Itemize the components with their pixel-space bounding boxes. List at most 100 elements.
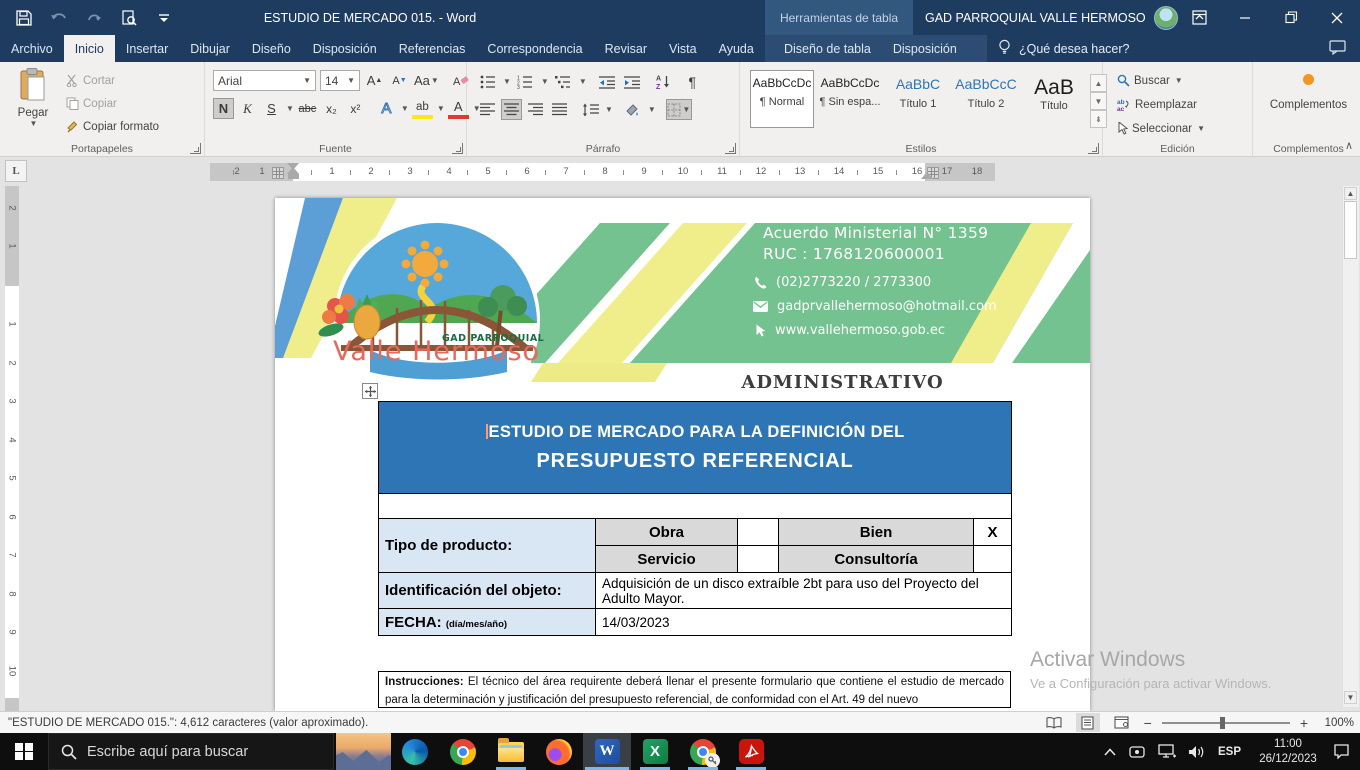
- tab-revisar[interactable]: Revisar: [594, 35, 658, 62]
- style-titulo[interactable]: AaB Título: [1022, 70, 1086, 128]
- servicio-cell[interactable]: Servicio: [596, 546, 738, 573]
- undo-icon[interactable]: [49, 8, 69, 28]
- taskbar-explorer[interactable]: [487, 733, 535, 770]
- tab-ayuda[interactable]: Ayuda: [708, 35, 765, 62]
- onedrive-tray-icon[interactable]: [1122, 733, 1152, 770]
- subscript-button[interactable]: x₂: [321, 98, 342, 119]
- document-page[interactable]: Acuerdo Ministerial N° 1359 RUC : 176812…: [275, 198, 1090, 711]
- style-titulo-1[interactable]: AaBbC Título 1: [886, 70, 950, 128]
- tab-inicio[interactable]: Inicio: [64, 35, 115, 62]
- tab-archivo[interactable]: Archivo: [0, 35, 64, 62]
- tab-vista[interactable]: Vista: [658, 35, 708, 62]
- tab-disposicion[interactable]: Disposición: [302, 35, 388, 62]
- tab-diseno[interactable]: Diseño: [241, 35, 302, 62]
- market-study-table[interactable]: ESTUDIO DE MERCADO PARA LA DEFINICIÓN DE…: [378, 401, 1012, 636]
- minimize-button[interactable]: [1222, 0, 1268, 35]
- tab-referencias[interactable]: Referencias: [388, 35, 477, 62]
- font-name-combobox[interactable]: Arial▼: [213, 70, 316, 91]
- table-row-identificacion[interactable]: Identificación del objeto: Adquisición d…: [379, 573, 1012, 609]
- tab-dibujar[interactable]: Dibujar: [179, 35, 241, 62]
- format-painter-button[interactable]: Copiar formato: [66, 116, 159, 137]
- tab-stop-selector[interactable]: L: [5, 160, 27, 182]
- increase-indent-button[interactable]: [622, 71, 643, 92]
- start-button[interactable]: [0, 733, 48, 770]
- line-spacing-button[interactable]: [580, 99, 601, 120]
- hidden-icons-chevron-icon[interactable]: [1098, 733, 1122, 770]
- grow-font-button[interactable]: A▲: [364, 70, 385, 91]
- style-normal[interactable]: AaBbCcDc ¶ Normal: [750, 70, 814, 128]
- shading-button[interactable]: [623, 99, 644, 120]
- scroll-down-icon[interactable]: ▼: [1344, 691, 1357, 704]
- account-avatar[interactable]: [1154, 6, 1178, 30]
- table-move-handle[interactable]: [362, 383, 378, 399]
- clipboard-dialog-launcher[interactable]: [190, 143, 201, 154]
- scrollbar-thumb[interactable]: [1344, 201, 1357, 259]
- highlight-dropdown-icon[interactable]: ▼: [437, 104, 445, 113]
- fecha-value[interactable]: 14/03/2023: [596, 609, 1012, 636]
- feedback-icon[interactable]: [1329, 40, 1346, 60]
- highlight-color-button[interactable]: ab: [412, 98, 433, 119]
- print-layout-icon[interactable]: [1076, 713, 1100, 732]
- copy-button[interactable]: Copiar: [66, 93, 159, 114]
- find-button[interactable]: Buscar▼: [1117, 70, 1205, 91]
- select-button[interactable]: Seleccionar▼: [1117, 118, 1205, 139]
- taskbar-chrome-profile[interactable]: [679, 733, 727, 770]
- numbering-button[interactable]: 123: [515, 71, 536, 92]
- action-center-icon[interactable]: [1327, 733, 1360, 770]
- font-dialog-launcher[interactable]: [452, 143, 463, 154]
- align-left-button[interactable]: [477, 99, 498, 120]
- underline-dropdown-icon[interactable]: ▼: [286, 104, 294, 113]
- paragraph-dialog-launcher[interactable]: [725, 143, 736, 154]
- scroll-up-icon[interactable]: ▲: [1344, 187, 1357, 200]
- font-size-combobox[interactable]: 14▼: [320, 70, 360, 91]
- shrink-font-button[interactable]: A▼: [389, 70, 410, 91]
- paste-button[interactable]: Pegar ▼: [8, 68, 58, 128]
- replace-button[interactable]: abac Reemplazar: [1117, 94, 1205, 115]
- right-indent-marker[interactable]: [921, 172, 933, 179]
- bien-mark-cell[interactable]: X: [974, 519, 1012, 546]
- tab-correspondencia[interactable]: Correspondencia: [476, 35, 593, 62]
- table-row-tipo-1[interactable]: Tipo de producto: Obra Bien X: [379, 519, 1012, 546]
- vertical-scrollbar[interactable]: ▲ ▼: [1342, 186, 1359, 707]
- tab-insertar[interactable]: Insertar: [115, 35, 179, 62]
- tab-diseno-de-tabla[interactable]: Diseño de tabla: [773, 35, 882, 62]
- obra-cell[interactable]: Obra: [596, 519, 738, 546]
- customize-qat-icon[interactable]: [154, 8, 174, 28]
- underline-button[interactable]: S: [261, 98, 282, 119]
- taskbar-excel[interactable]: X: [631, 733, 679, 770]
- taskbar-chrome[interactable]: [439, 733, 487, 770]
- close-button[interactable]: [1314, 0, 1360, 35]
- zoom-in-icon[interactable]: +: [1300, 715, 1308, 731]
- decrease-indent-button[interactable]: [597, 71, 618, 92]
- redo-icon[interactable]: [84, 8, 104, 28]
- ribbon-display-options-icon[interactable]: [1176, 0, 1222, 35]
- zoom-level[interactable]: 100%: [1318, 717, 1354, 729]
- taskbar-edge[interactable]: [391, 733, 439, 770]
- style-titulo-2[interactable]: AaBbCcC Título 2: [954, 70, 1018, 128]
- table-column-marker-left[interactable]: [272, 167, 284, 179]
- tell-me-box[interactable]: ¿Qué desea hacer?: [998, 35, 1130, 62]
- strikethrough-button[interactable]: abc: [297, 98, 318, 119]
- sort-button[interactable]: AZ: [653, 71, 674, 92]
- cut-button[interactable]: Cortar: [66, 70, 159, 91]
- identificacion-value[interactable]: Adquisición de un disco extraíble 2bt pa…: [596, 573, 1012, 609]
- clock[interactable]: 11:00 26/12/2023: [1249, 737, 1327, 766]
- addins-button[interactable]: Complementos: [1253, 74, 1360, 111]
- bullets-button[interactable]: [477, 71, 498, 92]
- justify-button[interactable]: [549, 99, 570, 120]
- document-canvas[interactable]: 2112345678910: [0, 186, 1360, 711]
- taskbar-acrobat[interactable]: [727, 733, 775, 770]
- text-effects-dropdown-icon[interactable]: ▼: [401, 104, 409, 113]
- paste-dropdown-icon[interactable]: ▼: [9, 119, 58, 128]
- bien-cell[interactable]: Bien: [779, 519, 974, 546]
- obra-mark-cell[interactable]: [738, 519, 779, 546]
- table-row-fecha[interactable]: FECHA: (día/mes/año) 14/03/2023: [379, 609, 1012, 636]
- consultoria-cell[interactable]: Consultoría: [779, 546, 974, 573]
- language-indicator[interactable]: ESP: [1210, 746, 1249, 758]
- character-count-status[interactable]: "ESTUDIO DE MERCADO 015.": 4,612 caracte…: [8, 717, 368, 729]
- account-info[interactable]: GAD PARROQUIAL VALLE HERMOSO: [925, 0, 1178, 35]
- taskbar-firefox[interactable]: [535, 733, 583, 770]
- taskbar-word[interactable]: W: [583, 733, 631, 770]
- print-preview-icon[interactable]: [119, 8, 139, 28]
- bold-button[interactable]: N: [213, 98, 234, 119]
